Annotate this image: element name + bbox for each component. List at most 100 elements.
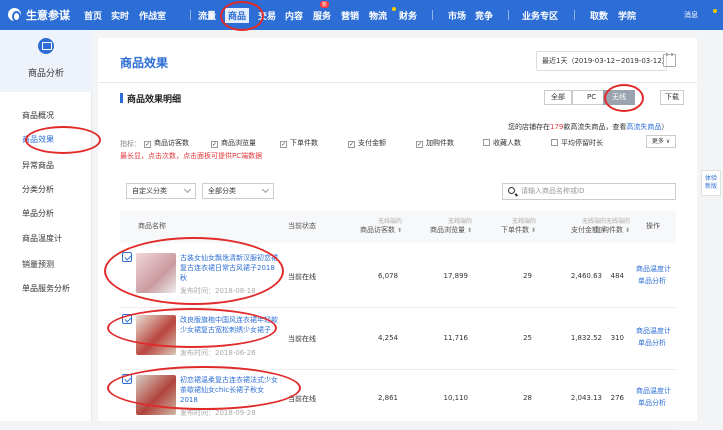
chevron-down-icon <box>261 185 270 194</box>
cell-orders: 28 <box>523 394 532 402</box>
nav-realtime[interactable]: 实时 <box>111 9 129 22</box>
cell-visitors: 4,254 <box>377 334 398 342</box>
nav-divider <box>508 10 509 20</box>
status-text: 当前在线 <box>288 335 316 343</box>
cell-views: 11,716 <box>443 334 469 342</box>
annotation-circle <box>107 366 301 410</box>
indicator-favorites[interactable]: 收藏人数 <box>483 138 521 148</box>
sidebar-item-single[interactable]: 单品分析 <box>22 208 54 219</box>
cell-carts: 276 <box>610 394 624 402</box>
cell-visitors: 2,861 <box>377 394 398 402</box>
checkbox-checked-icon: ✓ <box>348 141 355 148</box>
nav-divider <box>432 10 433 20</box>
nav-content[interactable]: 内容 <box>285 9 303 22</box>
single-analysis-link[interactable]: 单品分析 <box>638 338 666 348</box>
section-marker <box>120 93 123 103</box>
thermometer-link[interactable]: 商品温度计 <box>636 386 671 396</box>
indicator-views[interactable]: ✓ 商品浏览量 <box>211 138 256 148</box>
sidebar-item-overview[interactable]: 商品概况 <box>22 110 54 121</box>
indicator-visitors[interactable]: ✓ 商品访客数 <box>144 138 189 148</box>
cell-orders: 25 <box>523 334 532 342</box>
checkbox-checked-icon: ✓ <box>211 141 218 148</box>
nav-war-room[interactable]: 作战室 <box>139 9 166 22</box>
thermometer-link[interactable]: 商品温度计 <box>636 264 671 274</box>
indicator-carts[interactable]: ✓ 加购件数 <box>416 138 454 148</box>
sidebar-title: 商品分析 <box>27 69 64 79</box>
nav-competition[interactable]: 竞争 <box>475 9 493 22</box>
sidebar: 商品分析 商品概况 商品效果 异常商品 分类分析 单品分析 商品温度计 销量预测… <box>0 30 92 421</box>
cell-views: 17,899 <box>443 272 469 280</box>
logo-icon <box>8 8 21 22</box>
cell-views: 10,110 <box>443 394 469 402</box>
col-visitors[interactable]: 无线端的 商品访客数 ⬍ <box>332 217 402 235</box>
annotation-circle <box>104 237 284 305</box>
annotation-circle <box>604 84 644 112</box>
col-carts[interactable]: 无线端的 加购件数 ⬍ <box>560 217 630 235</box>
indicator-dwell[interactable]: 平均停留时长 <box>551 138 603 148</box>
single-analysis-link[interactable]: 单品分析 <box>638 276 666 286</box>
nav-market[interactable]: 市场 <box>448 9 466 22</box>
sidebar-item-abnormal[interactable]: 异常商品 <box>22 160 54 171</box>
cell-carts: 484 <box>610 272 624 280</box>
nav-academy[interactable]: 学院 <box>618 9 636 22</box>
sidebar-item-forecast[interactable]: 销量预测 <box>22 259 54 270</box>
single-analysis-link[interactable]: 单品分析 <box>638 398 666 408</box>
col-orders[interactable]: 无线端的 下单件数 ⬍ <box>466 217 536 235</box>
section-title: 商品效果明细 <box>127 95 182 105</box>
page-title: 商品效果 <box>120 56 169 70</box>
try-new-version-tab[interactable]: 体验 新版 <box>701 170 721 196</box>
nav-data-fetch[interactable]: 取数 <box>590 9 608 22</box>
sidebar-item-single-service[interactable]: 单品服务分析 <box>22 283 70 294</box>
checkbox-checked-icon: ✓ <box>416 141 423 148</box>
checkbox-checked-icon: ✓ <box>144 141 151 148</box>
search-icon <box>508 187 515 194</box>
search-input[interactable]: 请输入商品名称或ID <box>502 183 676 200</box>
nav-traffic[interactable]: 流量 <box>198 9 216 22</box>
cell-visitors: 6,078 <box>377 272 398 280</box>
col-status: 当前状态 <box>288 222 316 230</box>
col-actions: 操作 <box>646 222 660 230</box>
indicator-orders[interactable]: ✓ 下单件数 <box>280 138 318 148</box>
checkbox-checked-icon: ✓ <box>280 141 287 148</box>
more-button[interactable]: 更多 ∨ <box>646 135 676 148</box>
nav-divider <box>574 10 575 20</box>
checkbox-empty-icon <box>551 139 558 146</box>
sidebar-item-thermometer[interactable]: 商品温度计 <box>22 233 62 244</box>
indicator-label: 指标： <box>120 140 141 148</box>
annotation-circle <box>107 308 277 348</box>
nav-finance[interactable]: 财务 <box>399 9 417 22</box>
message-link[interactable]: 消息 <box>684 10 698 20</box>
all-category-select[interactable]: 全部分类 <box>202 183 274 199</box>
download-button[interactable]: 下载 <box>660 90 684 105</box>
loss-count: 179 <box>550 123 564 131</box>
loss-link[interactable]: 高流失商品 <box>626 123 661 131</box>
col-views[interactable]: 无线端的 商品浏览量 ⬍ <box>402 217 472 235</box>
nav-business-zone[interactable]: 业务专区 <box>522 9 558 22</box>
sidebar-header: 商品分析 <box>0 30 92 92</box>
cell-orders: 29 <box>523 272 532 280</box>
calendar-icon[interactable] <box>663 53 676 67</box>
nav-service[interactable]: 服务 <box>313 9 331 22</box>
product-analysis-icon <box>38 38 54 54</box>
checkbox-empty-icon <box>483 139 490 146</box>
divider <box>98 82 697 83</box>
date-range-field[interactable]: 最近1天（2019-03-12~2019-03-12） <box>536 51 669 71</box>
indicator-payment[interactable]: ✓ 支付金额 <box>348 138 386 148</box>
col-product-name: 商品名称 <box>138 222 166 230</box>
custom-category-select[interactable]: 自定义分类 <box>126 183 196 199</box>
sidebar-item-category[interactable]: 分类分析 <box>22 184 54 195</box>
annotation-circle <box>25 126 101 154</box>
nav-marketing[interactable]: 营销 <box>341 9 359 22</box>
sort-icon: ⬍ <box>624 227 630 234</box>
segment-all[interactable]: 全部 <box>544 90 572 105</box>
thermometer-link[interactable]: 商品温度计 <box>636 326 671 336</box>
nav-home[interactable]: 首页 <box>84 9 102 22</box>
publish-date: 发布时间：2018-06-26 <box>180 349 256 357</box>
status-text: 当前在线 <box>288 273 316 281</box>
nav-logistics[interactable]: 物流 <box>369 9 387 22</box>
hot-badge: 新 <box>320 1 330 8</box>
nav-divider <box>190 10 191 20</box>
message-dot-icon <box>713 9 717 13</box>
chevron-down-icon <box>183 185 192 194</box>
notify-dot-icon <box>392 7 396 11</box>
